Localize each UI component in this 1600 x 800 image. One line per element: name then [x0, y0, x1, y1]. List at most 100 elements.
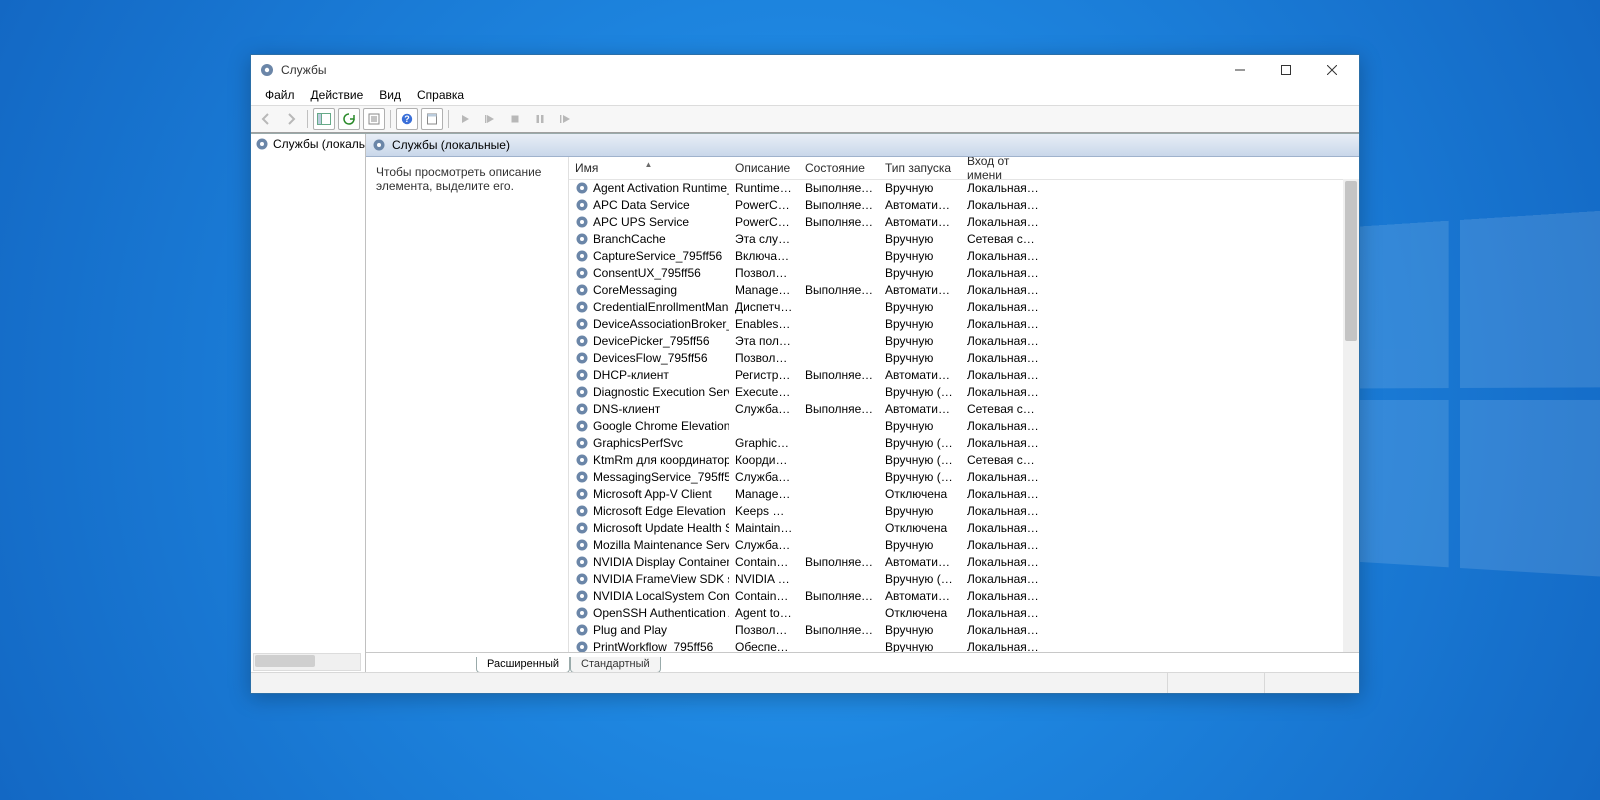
service-row[interactable]: CaptureService_795ff56Включает ...Вручну… [569, 247, 1343, 264]
gear-icon [575, 351, 589, 365]
gear-icon [575, 249, 589, 263]
maximize-button[interactable] [1263, 55, 1309, 85]
minimize-button[interactable] [1217, 55, 1263, 85]
cell-logon: Локальная сис... [961, 504, 1045, 518]
service-row[interactable]: NVIDIA FrameView SDK serv...NVIDIA Fra..… [569, 570, 1343, 587]
cell-description: Эта служб... [729, 232, 799, 246]
cell-logon: Локальная сис... [961, 266, 1045, 280]
menu-help[interactable]: Справка [409, 86, 472, 104]
cell-status: Выполняется [799, 402, 879, 416]
cell-name: DeviceAssociationBroker_79... [569, 317, 729, 331]
menu-file[interactable]: Файл [257, 86, 303, 104]
column-status[interactable]: Состояние [799, 161, 879, 175]
menu-action[interactable]: Действие [303, 86, 372, 104]
service-row[interactable]: Plug and PlayПозволяет...ВыполняетсяВруч… [569, 621, 1343, 638]
service-row[interactable]: DeviceAssociationBroker_79...Enables ap.… [569, 315, 1343, 332]
service-row[interactable]: GraphicsPerfSvcGraphics p...Вручную (ак.… [569, 434, 1343, 451]
cell-name: DHCP-клиент [569, 368, 729, 382]
service-row[interactable]: CoreMessagingManages c...ВыполняетсяАвто… [569, 281, 1343, 298]
toolbar: ? [251, 106, 1359, 133]
service-row[interactable]: Agent Activation Runtime_...Runtime fo..… [569, 179, 1343, 196]
nav-services-local[interactable]: Службы (локальн [253, 136, 363, 152]
cell-status: Выполняется [799, 589, 879, 603]
help-button[interactable]: ? [396, 108, 418, 130]
gear-icon [575, 453, 589, 467]
svg-text:?: ? [404, 114, 410, 124]
service-row[interactable]: NVIDIA Display Container LSContainer ...… [569, 553, 1343, 570]
cell-logon: Локальная сис... [961, 521, 1045, 535]
service-row[interactable]: KtmRm для координатора ...Координи...Вру… [569, 451, 1343, 468]
service-row[interactable]: Google Chrome Elevation S...ВручнуюЛокал… [569, 417, 1343, 434]
cell-startup: Вручную (ак... [879, 470, 961, 484]
cell-logon: Локальная сис... [961, 623, 1045, 637]
vertical-scrollbar[interactable] [1343, 179, 1359, 652]
services-window: Службы Файл Действие Вид Справка ? [250, 54, 1360, 694]
column-description[interactable]: Описание [729, 161, 799, 175]
cell-status: Выполняется [799, 181, 879, 195]
service-row[interactable]: BranchCacheЭта служб...ВручнуюСетевая сл… [569, 230, 1343, 247]
cell-name: NVIDIA LocalSystem Contai... [569, 589, 729, 603]
service-row[interactable]: DNS-клиентСлужба D...ВыполняетсяАвтомати… [569, 400, 1343, 417]
service-row[interactable]: APC Data ServicePowerChut...ВыполняетсяА… [569, 196, 1343, 213]
cell-startup: Вручную [879, 538, 961, 552]
cell-name: BranchCache [569, 232, 729, 246]
gear-icon [575, 334, 589, 348]
cell-startup: Вручную [879, 623, 961, 637]
service-row[interactable]: Microsoft Edge Elevation Se...Keeps Micr… [569, 502, 1343, 519]
service-row[interactable]: DHCP-клиентРегистрир...ВыполняетсяАвтома… [569, 366, 1343, 383]
service-row[interactable]: OpenSSH Authentication A...Agent to h...… [569, 604, 1343, 621]
main-panel: Службы (локальные) Чтобы просмотреть опи… [366, 134, 1359, 673]
service-row[interactable]: CredentialEnrollmentMana...Диспетчер...В… [569, 298, 1343, 315]
stop-service-button[interactable] [504, 108, 526, 130]
cell-name: DevicePicker_795ff56 [569, 334, 729, 348]
service-row[interactable]: MessagingService_795ff56Служба, о...Вруч… [569, 468, 1343, 485]
service-row[interactable]: DevicesFlow_795ff56Позволяет...ВручнуюЛо… [569, 349, 1343, 366]
panel-content: Чтобы просмотреть описание элемента, выд… [366, 157, 1359, 652]
titlebar[interactable]: Службы [251, 55, 1359, 85]
gear-icon [575, 555, 589, 569]
cell-startup: Отключена [879, 606, 961, 620]
service-row[interactable]: PrintWorkflow_795ff56Обеспечи...ВручнуюЛ… [569, 638, 1343, 652]
service-row[interactable]: DevicePicker_795ff56Эта польз...ВручнуюЛ… [569, 332, 1343, 349]
nav-horizontal-scrollbar[interactable] [253, 653, 361, 671]
cell-description: Enables ap... [729, 317, 799, 331]
menu-view[interactable]: Вид [371, 86, 409, 104]
refresh-button[interactable] [338, 108, 360, 130]
cell-startup: Вручную (ак... [879, 436, 961, 450]
properties-button[interactable] [421, 108, 443, 130]
forward-button[interactable] [280, 108, 302, 130]
cell-name: Diagnostic Execution Service [569, 385, 729, 399]
cell-name: PrintWorkflow_795ff56 [569, 640, 729, 653]
service-row[interactable]: ConsentUX_795ff56Позволяет...ВручнуюЛока… [569, 264, 1343, 281]
stop-prep-button[interactable] [479, 108, 501, 130]
tab-standard[interactable]: Стандартный [570, 657, 661, 673]
cell-description: Эта польз... [729, 334, 799, 348]
cell-description: Keeps Micr... [729, 504, 799, 518]
cell-logon: Локальная сис... [961, 538, 1045, 552]
start-service-button[interactable] [454, 108, 476, 130]
service-row[interactable]: Mozilla Maintenance ServiceСлужба п...Вр… [569, 536, 1343, 553]
back-button[interactable] [255, 108, 277, 130]
cell-description: PowerChut... [729, 198, 799, 212]
cell-logon: Локальная сис... [961, 385, 1045, 399]
service-row[interactable]: Diagnostic Execution ServiceExecutes di.… [569, 383, 1343, 400]
cell-startup: Вручную [879, 300, 961, 314]
pause-service-button[interactable] [529, 108, 551, 130]
service-row[interactable]: APC UPS ServicePowerChut...ВыполняетсяАв… [569, 213, 1343, 230]
cell-status: Выполняется [799, 283, 879, 297]
service-row[interactable]: Microsoft Update Health Se...Maintains .… [569, 519, 1343, 536]
cell-name: Google Chrome Elevation S... [569, 419, 729, 433]
close-button[interactable] [1309, 55, 1355, 85]
service-row[interactable]: Microsoft App-V ClientManages A...Отключ… [569, 485, 1343, 502]
export-button[interactable] [363, 108, 385, 130]
service-row[interactable]: NVIDIA LocalSystem Contai...Container ..… [569, 587, 1343, 604]
cell-description: Container ... [729, 555, 799, 569]
restart-service-button[interactable] [554, 108, 576, 130]
tab-extended[interactable]: Расширенный [476, 657, 570, 673]
column-name[interactable]: ▲Имя [569, 161, 729, 175]
cell-name: NVIDIA FrameView SDK serv... [569, 572, 729, 586]
column-startup[interactable]: Тип запуска [879, 161, 961, 175]
navigation-tree[interactable]: Службы (локальн [251, 134, 366, 673]
show-hide-tree-button[interactable] [313, 108, 335, 130]
gear-icon [372, 138, 386, 152]
